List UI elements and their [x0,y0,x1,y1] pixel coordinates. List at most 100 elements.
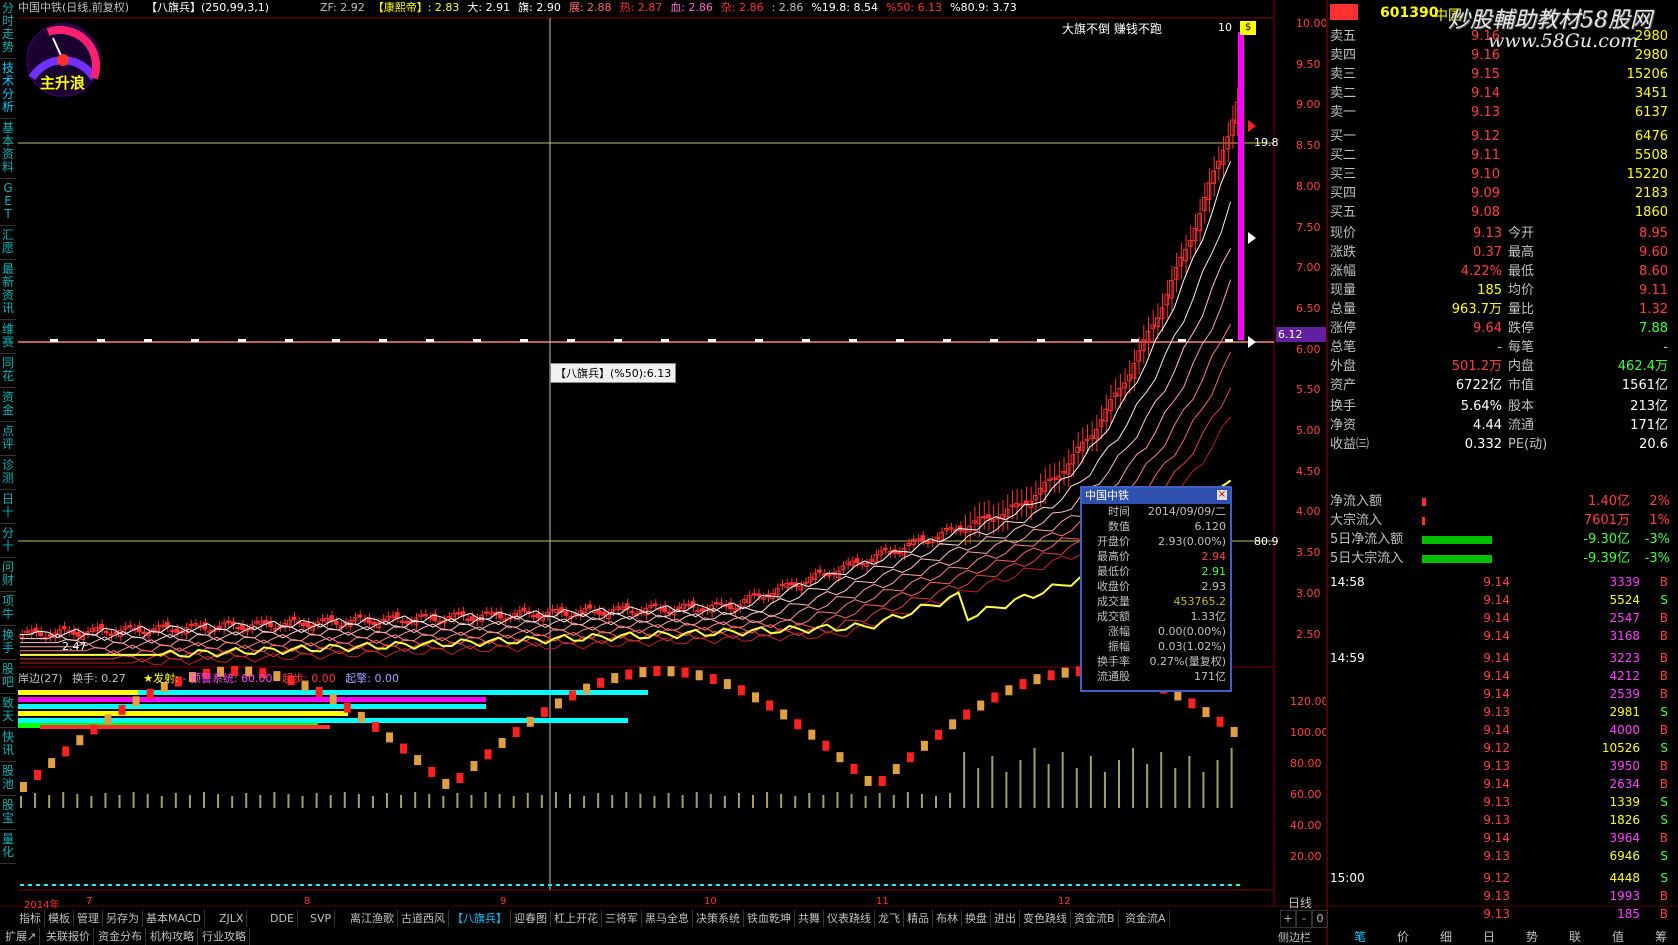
candle-body [535,612,541,619]
left-tab[interactable]: 致天 [0,697,16,728]
baseline-dot [292,884,296,886]
tick-row: 9.13 1826 S [1330,811,1674,829]
stat-label: 今开 [1508,226,1535,241]
indicator-tab[interactable]: 杠上开花 [551,910,602,927]
baseline-dot [420,884,424,886]
left-tab[interactable]: 维赛 [0,323,16,354]
indicator-tab[interactable]: 资金流A [1122,910,1170,927]
indicator-tab[interactable]: 古道西风 [398,910,449,927]
zoom-button[interactable]: + [1280,910,1296,928]
indicator-tab[interactable]: 【八旗兵】 [449,910,511,927]
indicator-block [1216,716,1224,727]
left-tab[interactable]: 日十 [0,493,16,524]
quote-tab[interactable]: 联 [1555,929,1595,945]
indicator-tab[interactable]: 共舞 [795,910,824,927]
indicator-block [540,707,548,718]
stat-label: 均价 [1508,283,1535,298]
indicator-tab[interactable]: 黑马全息 [642,910,693,927]
zoom-button[interactable]: - [1296,910,1312,928]
quote-tab[interactable]: 价 [1383,929,1423,945]
quote-tab[interactable]: 势 [1512,929,1552,945]
close-icon[interactable]: × [1217,490,1227,500]
side-panel-toggle[interactable]: 侧边栏 [1278,929,1311,945]
data-popup[interactable]: 中国中铁 × 时间 2014/09/09/二 数值 6.120 开盘价 2.93(0.00… [1080,486,1232,692]
baseline-dot [1084,884,1088,886]
footer-tab[interactable]: 机构攻略 [147,928,198,945]
left-tab[interactable]: 基本资料 [0,122,16,179]
left-tab[interactable]: 股池 [0,765,16,796]
left-tab[interactable]: 最新资讯 [0,263,16,320]
left-tab[interactable]: 项牛 [0,595,16,626]
indicator-tab[interactable]: 变色跷线 [1020,910,1071,927]
left-tab[interactable]: 诊测 [0,459,16,490]
footer-tab[interactable]: 关联报价 [43,928,94,945]
footer-tab[interactable]: 资金分布 [95,928,146,945]
popup-titlebar[interactable]: 中国中铁 × [1082,488,1230,504]
left-tab-label: 股宝 [2,798,15,825]
left-tab-label: 股吧 [2,662,15,689]
indicator-tab[interactable]: SVP [307,910,336,927]
stat-value: 1561亿 [1621,378,1668,393]
book-label: 卖四 [1330,48,1357,63]
left-tab[interactable]: 汇愿 [0,229,16,260]
left-tab[interactable]: 问财 [0,561,16,592]
indicator-tab[interactable]: 离江渔歌 [347,910,398,927]
indicator-tab[interactable]: 精品 [904,910,933,927]
indicator-tab[interactable]: 三将军 [602,910,642,927]
left-tab[interactable]: 分时走势 [0,2,16,59]
left-tab[interactable]: 股吧 [0,663,16,694]
volume-bar [203,792,205,808]
left-tab[interactable]: 技术分析 [0,62,16,119]
candle-body [484,611,489,614]
footer-tab[interactable]: 扩展↗ [2,928,41,945]
baseline-dot [244,884,248,886]
indicator-tab[interactable]: 指标 [16,910,45,927]
price-tick-label: 9.50 [1296,57,1321,71]
indicator-tab[interactable]: 基本MACD [143,910,205,927]
indicator-tab[interactable]: DDE [267,910,298,927]
quote-tab[interactable]: 细 [1426,929,1466,945]
book-volume: 15220 [1626,167,1668,182]
indicator-tab[interactable]: 迎春图 [511,910,551,927]
slogan-label: 大旗不倒 赚钱不跑 [1062,22,1162,36]
baseline-dot [1116,884,1120,886]
left-tab[interactable]: 分十 [0,527,16,558]
left-tab-label: 基本资料 [2,121,15,174]
footer-tab[interactable]: 行业攻略 [199,928,250,945]
left-tab[interactable]: GET [0,182,16,226]
indicator-tab[interactable]: 另存为 [103,910,143,927]
tick-volume: 6946 [1609,849,1640,863]
left-tab[interactable]: 点评 [0,425,16,456]
quote-tab[interactable]: 笔 [1340,929,1380,945]
indicator-tab[interactable]: 决策系统 [693,910,744,927]
left-tab[interactable]: 快讯 [0,731,16,762]
indicator-tab[interactable]: ZJLX [216,910,248,927]
left-tab[interactable]: 股宝 [0,799,16,830]
volume-bar [1230,748,1233,808]
indicator-tab[interactable]: 进出 [991,910,1020,927]
indicator-tab[interactable]: 仪表跷线 [824,910,875,927]
stat-label: 股本 [1508,399,1535,414]
tick-price: 9.14 [1483,629,1510,643]
quote-tab[interactable]: 值 [1598,929,1638,945]
indicator-tab[interactable]: 铁血乾坤 [744,910,795,927]
zoom-button[interactable]: 0 [1312,910,1328,928]
indicator-tab[interactable]: 资金流B [1071,910,1119,927]
left-tab[interactable]: 同花 [0,357,16,388]
indicator-tab[interactable]: 换盘 [962,910,991,927]
left-tab[interactable]: 量化 [0,833,16,864]
candle-body [357,614,363,618]
indicator-tab[interactable]: 龙飞 [875,910,904,927]
indicator-tab[interactable]: 模板 [45,910,74,927]
left-tab[interactable]: 资金 [0,391,16,422]
candle-body [394,612,400,619]
quote-tab[interactable]: 日 [1469,929,1509,945]
left-tab[interactable]: 换手 [0,629,16,660]
indicator-tab[interactable]: 管理 [74,910,103,927]
indicator-tab[interactable]: 布林 [933,910,962,927]
tick-side: B [1659,907,1668,921]
stat-row: 净资 4.44 流通 171亿 [1330,416,1674,435]
volume-bar [104,793,107,808]
quote-tab[interactable]: 筹 [1641,929,1678,945]
stat-row: 外盘 501.2万 内盘 462.4万 [1330,357,1674,376]
